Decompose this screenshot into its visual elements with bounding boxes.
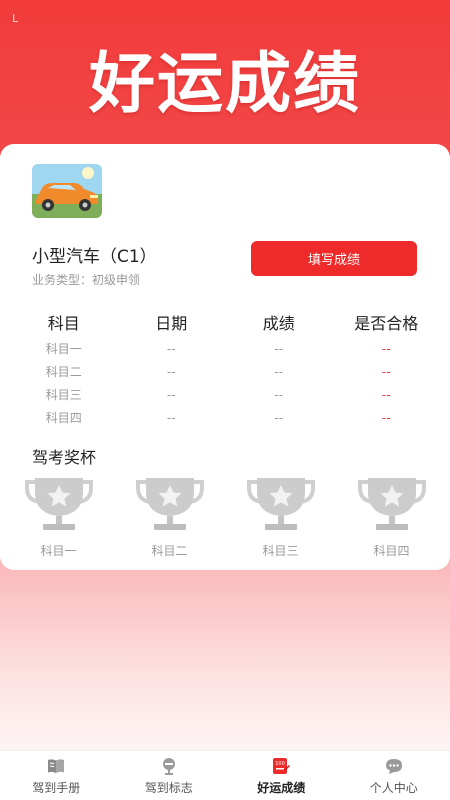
- tab-profile[interactable]: 个人中心: [338, 751, 450, 800]
- table-row: 科目三 -- -- --: [10, 383, 440, 406]
- trophy-item: 科目四: [336, 474, 447, 559]
- header-date: 日期: [155, 314, 188, 333]
- row-subject: 科目一: [45, 342, 82, 356]
- trophy-label: 科目二: [151, 544, 188, 558]
- row-pass: --: [381, 364, 391, 379]
- row-date: --: [166, 410, 176, 425]
- tab-scores[interactable]: 100 好运成绩: [225, 751, 338, 800]
- car-thumbnail: [32, 164, 102, 218]
- row-date: --: [166, 387, 176, 402]
- header-pass: 是否合格: [354, 314, 419, 333]
- fill-score-button[interactable]: 填写成绩: [251, 241, 417, 276]
- trophies-title: 驾考奖杯: [32, 448, 97, 467]
- row-subject: 科目二: [45, 365, 82, 379]
- row-date: --: [166, 341, 176, 356]
- vehicle-name: 小型汽车（C1）: [32, 247, 157, 267]
- table-row: 科目一 -- -- --: [10, 337, 440, 360]
- row-date: --: [166, 364, 176, 379]
- hero-title: 好运成绩: [89, 45, 361, 122]
- trophy-label: 科目一: [40, 544, 77, 558]
- row-subject: 科目三: [45, 388, 82, 402]
- row-score: --: [274, 341, 284, 356]
- row-subject: 科目四: [45, 411, 82, 425]
- header-subject: 科目: [47, 314, 80, 333]
- business-type: 业务类型：初级申领: [32, 273, 141, 287]
- tab-handbook[interactable]: 驾到手册: [0, 751, 113, 800]
- row-pass: --: [381, 387, 391, 402]
- tab-label: 个人中心: [369, 781, 418, 795]
- trophy-icon: [135, 478, 204, 530]
- table-row: 科目四 -- -- --: [10, 406, 440, 429]
- trophy-icon: [24, 478, 93, 530]
- row-score: --: [274, 387, 284, 402]
- row-pass: --: [381, 410, 391, 425]
- score-icon: 100: [273, 758, 291, 774]
- score-table: 科目 日期 成绩 是否合格 科目一 -- -- -- 科目二 -- -- -- …: [10, 307, 440, 429]
- tab-label: 驾到标志: [144, 781, 193, 795]
- tab-label: 好运成绩: [257, 781, 306, 795]
- status-mark: L: [12, 12, 19, 25]
- trophy-label: 科目四: [373, 544, 410, 558]
- trophy-label: 科目三: [262, 544, 299, 558]
- tab-signs[interactable]: 驾到标志: [113, 751, 226, 800]
- svg-text:100: 100: [275, 761, 285, 767]
- trophy-list: 科目一 科目二 科目三 科目四: [3, 474, 447, 559]
- trophy-icon: [246, 478, 315, 530]
- table-header-row: 科目 日期 成绩 是否合格: [10, 307, 440, 337]
- trophy-item: 科目二: [114, 474, 225, 559]
- tab-label: 驾到手册: [32, 781, 81, 795]
- row-score: --: [274, 364, 284, 379]
- sign-icon: [162, 758, 175, 775]
- header-score: 成绩: [262, 314, 295, 333]
- table-row: 科目二 -- -- --: [10, 360, 440, 383]
- bottom-tab-bar: 驾到手册 驾到标志 100 好运成绩 个人中心: [0, 750, 450, 800]
- row-pass: --: [381, 341, 391, 356]
- trophy-item: 科目一: [3, 474, 114, 559]
- score-card: 小型汽车（C1） 业务类型：初级申领 填写成绩 科目 日期 成绩 是否合格 科目…: [0, 144, 450, 570]
- book-icon: [48, 759, 65, 773]
- trophy-item: 科目三: [225, 474, 336, 559]
- row-score: --: [274, 410, 284, 425]
- chat-icon: [385, 759, 402, 774]
- trophy-icon: [357, 478, 426, 530]
